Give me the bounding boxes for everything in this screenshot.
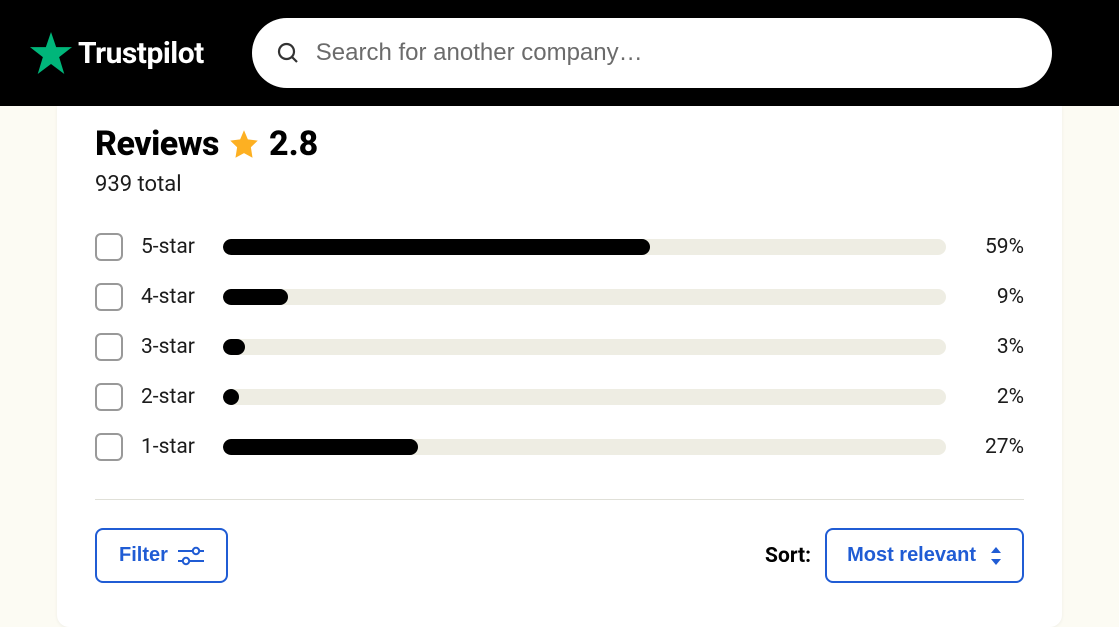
- sort-group: Sort: Most relevant: [765, 528, 1024, 583]
- star-label: 5-star: [141, 235, 205, 259]
- filter-label: Filter: [119, 544, 168, 567]
- bar-fill: [223, 339, 245, 355]
- rating-row-5[interactable]: 5-star 59%: [95, 233, 1024, 261]
- star-icon: [229, 129, 259, 159]
- checkbox-5-star[interactable]: [95, 233, 123, 261]
- bar-fill: [223, 289, 288, 305]
- sort-value: Most relevant: [847, 544, 976, 567]
- rating-row-3[interactable]: 3-star 3%: [95, 333, 1024, 361]
- rating-value: 2.8: [269, 124, 318, 164]
- percent-1-star: 27%: [964, 435, 1024, 459]
- trustpilot-star-icon: [30, 32, 72, 74]
- search-container: [252, 18, 1052, 88]
- bar-5-star: [223, 239, 946, 255]
- bar-4-star: [223, 289, 946, 305]
- search-icon: [276, 41, 300, 65]
- star-label: 1-star: [141, 435, 205, 459]
- sort-label: Sort:: [765, 544, 811, 568]
- rating-row-1[interactable]: 1-star 27%: [95, 433, 1024, 461]
- reviews-header: Reviews 2.8: [95, 124, 1024, 164]
- bar-1-star: [223, 439, 946, 455]
- total-reviews: 939 total: [95, 172, 1024, 197]
- checkbox-4-star[interactable]: [95, 283, 123, 311]
- rating-row-4[interactable]: 4-star 9%: [95, 283, 1024, 311]
- percent-5-star: 59%: [964, 235, 1024, 259]
- percent-4-star: 9%: [964, 285, 1024, 309]
- search-input[interactable]: [316, 39, 1028, 67]
- checkbox-3-star[interactable]: [95, 333, 123, 361]
- controls-row: Filter Sort: Most relevant: [95, 528, 1024, 583]
- reviews-title: Reviews: [95, 124, 219, 164]
- bar-2-star: [223, 389, 946, 405]
- sort-arrows-icon: [990, 547, 1002, 565]
- rating-row-2[interactable]: 2-star 2%: [95, 383, 1024, 411]
- checkbox-2-star[interactable]: [95, 383, 123, 411]
- percent-2-star: 2%: [964, 385, 1024, 409]
- brand-logo[interactable]: Trustpilot: [30, 32, 204, 74]
- divider: [95, 499, 1024, 500]
- star-label: 2-star: [141, 385, 205, 409]
- star-label: 3-star: [141, 335, 205, 359]
- rating-distribution: 5-star 59% 4-star 9% 3-star 3% 2-star 2%…: [95, 233, 1024, 461]
- site-header: Trustpilot: [0, 0, 1119, 106]
- bar-fill: [223, 439, 418, 455]
- reviews-card: Reviews 2.8 939 total 5-star 59% 4-star …: [57, 106, 1062, 627]
- bar-fill: [223, 389, 239, 405]
- star-label: 4-star: [141, 285, 205, 309]
- search-box[interactable]: [252, 18, 1052, 88]
- percent-3-star: 3%: [964, 335, 1024, 359]
- bar-fill: [223, 239, 650, 255]
- filter-button[interactable]: Filter: [95, 528, 228, 583]
- sort-button[interactable]: Most relevant: [825, 528, 1024, 583]
- filter-icon: [178, 546, 204, 566]
- brand-name: Trustpilot: [78, 36, 204, 71]
- checkbox-1-star[interactable]: [95, 433, 123, 461]
- bar-3-star: [223, 339, 946, 355]
